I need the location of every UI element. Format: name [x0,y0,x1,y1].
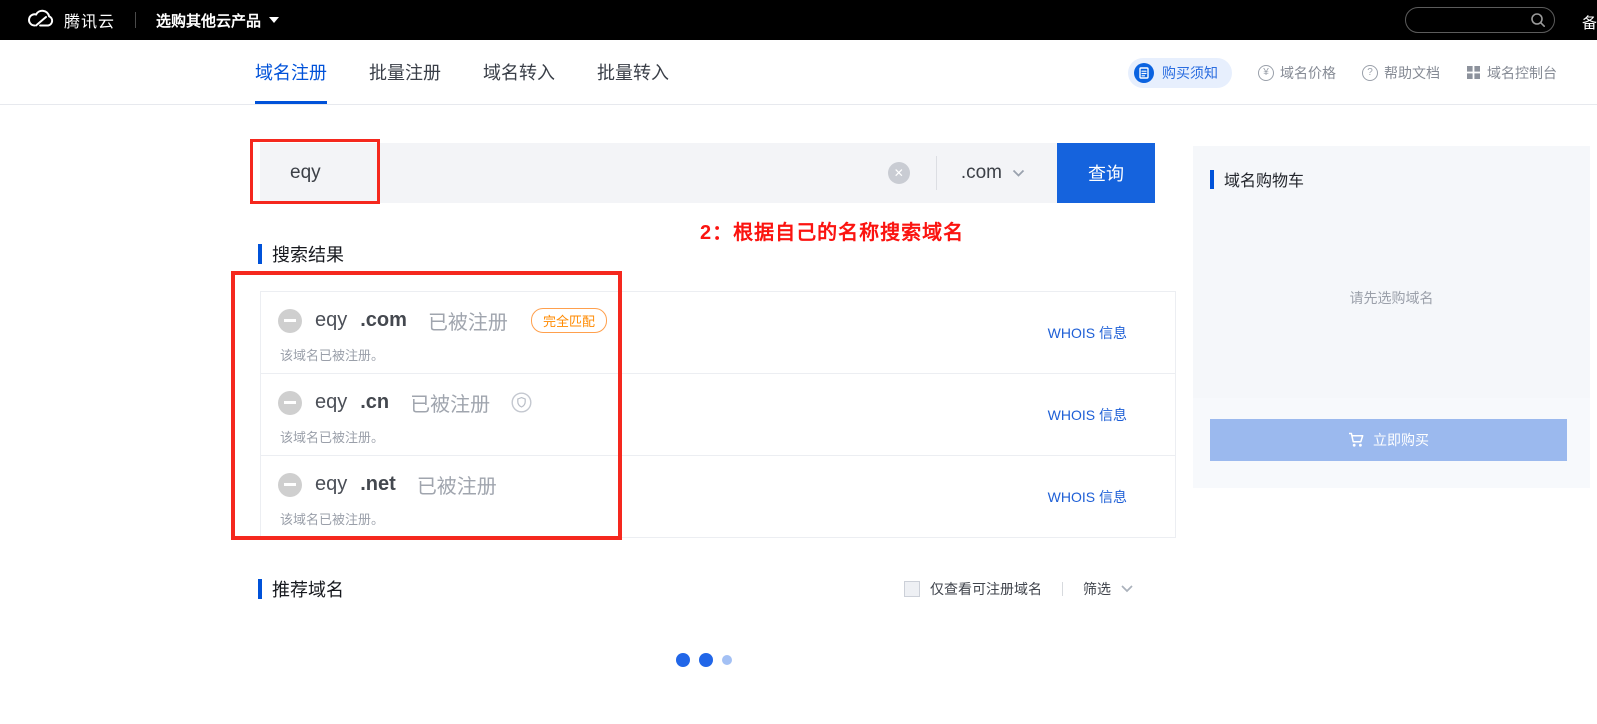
domain-price-link[interactable]: ¥ 域名价格 [1258,63,1336,83]
tabs: 域名注册 批量注册 域名转入 批量转入 [255,40,669,105]
carousel-dot[interactable] [722,655,732,665]
tab-batch-transfer-in[interactable]: 批量转入 [597,40,669,104]
notice-doc-icon [1134,63,1154,83]
domain-console-link[interactable]: 域名控制台 [1466,63,1557,83]
carousel-dot[interactable] [699,653,713,667]
tld-selected-value: .com [961,162,1002,184]
buy-now-label: 立即购买 [1373,430,1429,450]
title-accent-bar [258,579,262,599]
domain-search-box[interactable]: ✕ .com [260,143,1057,203]
cloud-logo-icon [26,7,56,34]
purchase-notice-link[interactable]: 购买须知 [1128,58,1232,88]
controls-divider [1062,582,1063,596]
title-accent-bar [1210,170,1214,189]
search-results-title: 搜索结果 [258,241,344,267]
unavailable-minus-icon [278,473,302,497]
tab-domain-register[interactable]: 域名注册 [255,40,327,104]
result-row-main: eqy .com 已被注册 完全匹配 [278,306,1147,335]
brand-name: 腾讯云 [64,8,115,32]
only-registrable-label[interactable]: 仅查看可注册域名 [930,579,1042,599]
result-row-eqy-com: eqy .com 已被注册 完全匹配 该域名已被注册。 WHOIS 信息 [261,292,1175,374]
cart-title-label: 域名购物车 [1224,167,1304,191]
clear-input-icon[interactable]: ✕ [888,162,910,184]
cart-icon [1348,432,1365,448]
question-circle-icon: ? [1362,65,1378,81]
topbar-search[interactable] [1405,7,1555,33]
filter-dropdown[interactable]: 筛选 [1083,579,1111,599]
search-divider [936,156,937,190]
annotation-step-note: 2：根据自己的名称搜索域名 [700,216,964,245]
domain-search-input[interactable] [290,162,888,184]
domain-name: eqy [315,391,347,414]
query-button[interactable]: 查询 [1057,143,1155,203]
domain-price-label: 域名价格 [1280,63,1336,83]
domain-status: 已被注册 [417,470,497,499]
other-products-label: 选购其他云产品 [156,10,261,31]
security-shield-icon[interactable] [511,392,532,413]
recommend-controls: 仅查看可注册域名 筛选 [904,579,1133,599]
result-row-eqy-net: eqy .net 已被注册 该域名已被注册。 WHOIS 信息 [261,456,1175,538]
recommend-title: 推荐域名 [258,576,344,602]
grid-icon [1466,65,1481,80]
tld-select[interactable]: .com [961,162,1031,184]
result-row-main: eqy .net 已被注册 [278,470,1147,499]
domain-status: 已被注册 [428,306,508,335]
other-products-menu[interactable]: 选购其他云产品 [156,10,279,31]
help-docs-label: 帮助文档 [1384,63,1440,83]
help-docs-link[interactable]: ? 帮助文档 [1362,63,1440,83]
exact-match-badge: 完全匹配 [531,308,607,333]
domain-registration-page: 腾讯云 选购其他云产品 备 域名注册 批量注册 域名转入 批量转入 [0,0,1597,724]
domain-cart-panel: 域名购物车 请先选购域名 立即购买 [1193,146,1590,488]
domain-tld: .com [360,309,407,332]
buy-now-button[interactable]: 立即购买 [1210,419,1567,461]
topbar-divider [135,12,136,28]
result-row-eqy-cn: eqy .cn 已被注册 该域名已被注册。 WHOIS 信息 [261,374,1175,456]
domain-name: eqy [315,473,347,496]
chevron-down-icon[interactable] [1121,585,1133,593]
yuan-circle-icon: ¥ [1258,65,1274,81]
whois-link[interactable]: WHOIS 信息 [1048,487,1127,507]
domain-name: eqy [315,309,347,332]
unavailable-minus-icon [278,391,302,415]
result-description: 该域名已被注册。 [280,509,1147,528]
tencent-cloud-logo[interactable]: 腾讯云 [26,7,115,34]
tabbar: 域名注册 批量注册 域名转入 批量转入 购买须知 ¥ 域名价格 ? 帮助文档 [0,40,1597,105]
whois-link[interactable]: WHOIS 信息 [1048,405,1127,425]
domain-tld: .cn [360,391,389,414]
topbar-search-input[interactable] [1406,13,1530,28]
whois-link[interactable]: WHOIS 信息 [1048,323,1127,343]
domain-tld: .net [360,473,396,496]
domain-status: 已被注册 [410,388,490,417]
recommend-label: 推荐域名 [272,576,344,602]
only-registrable-checkbox[interactable] [904,581,920,597]
cart-title: 域名购物车 [1210,167,1304,191]
domain-search-bar: ✕ .com 查询 [260,143,1155,203]
result-description: 该域名已被注册。 [280,427,1147,446]
search-results-list: eqy .com 已被注册 完全匹配 该域名已被注册。 WHOIS 信息 eqy.… [260,291,1176,538]
topbar: 腾讯云 选购其他云产品 备 [0,0,1597,40]
tab-batch-register[interactable]: 批量注册 [369,40,441,104]
topbar-beian-partial[interactable]: 备 [1582,12,1597,33]
loading-dots [676,653,732,667]
tab-domain-transfer-in[interactable]: 域名转入 [483,40,555,104]
title-accent-bar [258,244,262,264]
chevron-down-icon [1012,169,1025,178]
tabbar-links: 购买须知 ¥ 域名价格 ? 帮助文档 域名控制台 [1128,40,1557,105]
result-description: 该域名已被注册。 [280,345,1147,364]
search-results-label: 搜索结果 [272,241,344,267]
carousel-dot[interactable] [676,653,690,667]
caret-down-icon [269,17,279,23]
result-row-main: eqy .cn 已被注册 [278,388,1147,417]
search-icon[interactable] [1530,12,1546,28]
domain-console-label: 域名控制台 [1487,63,1557,83]
cart-empty-text: 请先选购域名 [1193,288,1590,308]
purchase-notice-label: 购买须知 [1162,63,1218,83]
unavailable-minus-icon [278,309,302,333]
